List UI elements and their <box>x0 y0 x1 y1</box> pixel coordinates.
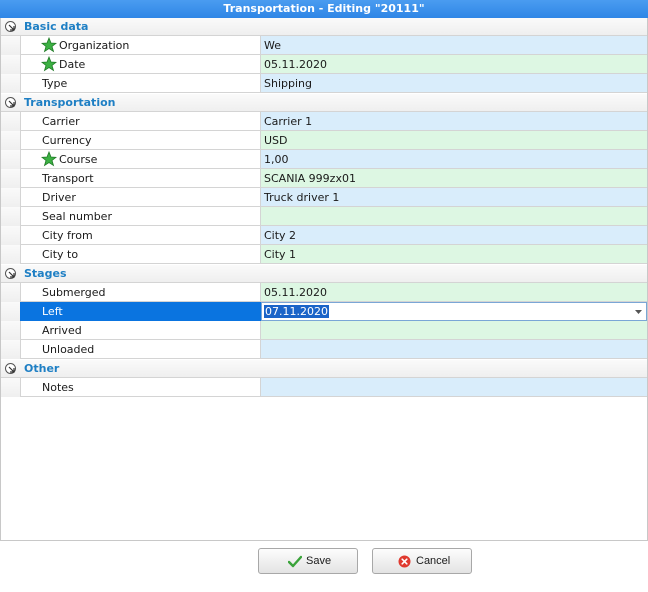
property-name: Transport <box>42 172 94 185</box>
course-value[interactable]: 1,00 <box>261 150 647 169</box>
save-label: Save <box>306 555 332 567</box>
property-row-notes[interactable]: Notes <box>1 378 647 397</box>
category-transportation[interactable]: Transportation <box>1 94 647 112</box>
collapse-icon[interactable] <box>5 97 16 108</box>
category-label: Stages <box>24 267 67 280</box>
collapse-icon[interactable] <box>5 363 16 374</box>
property-row-carrier[interactable]: Carrier Carrier 1 <box>1 112 647 131</box>
required-star-icon <box>41 56 57 72</box>
checkmark-icon <box>288 555 302 568</box>
property-row-driver[interactable]: Driver Truck driver 1 <box>1 188 647 207</box>
property-grid: Basic data Organization We Date 05.11.20… <box>0 18 648 541</box>
property-row-course[interactable]: Course 1,00 <box>1 150 647 169</box>
seal-number-value[interactable] <box>261 207 647 226</box>
city-to-value[interactable]: City 1 <box>261 245 647 264</box>
property-name: Notes <box>42 381 74 394</box>
dropdown-arrow-icon[interactable] <box>635 310 642 314</box>
property-name: City from <box>42 229 93 242</box>
category-basic-data[interactable]: Basic data <box>1 18 647 36</box>
property-name: Carrier <box>42 115 80 128</box>
property-row-date[interactable]: Date 05.11.2020 <box>1 55 647 74</box>
cancel-button[interactable]: Cancel <box>372 548 472 574</box>
category-label: Transportation <box>24 96 116 109</box>
property-name: Course <box>59 153 98 166</box>
property-name: City to <box>42 248 79 261</box>
property-name: Currency <box>42 134 92 147</box>
property-name: Date <box>59 58 86 71</box>
property-name: Seal number <box>42 210 112 223</box>
property-row-organization[interactable]: Organization We <box>1 36 647 55</box>
left-date-editor[interactable]: 07.11.2020 <box>261 302 647 321</box>
property-name: Arrived <box>42 324 82 337</box>
cancel-label: Cancel <box>416 555 451 567</box>
property-name: Submerged <box>42 286 106 299</box>
property-row-city-to[interactable]: City to City 1 <box>1 245 647 264</box>
notes-value[interactable] <box>261 378 647 397</box>
property-row-submerged[interactable]: Submerged 05.11.2020 <box>1 283 647 302</box>
currency-value[interactable]: USD <box>261 131 647 150</box>
property-name: Unloaded <box>42 343 95 356</box>
collapse-icon[interactable] <box>5 268 16 279</box>
date-value[interactable]: 05.11.2020 <box>261 55 647 74</box>
driver-value[interactable]: Truck driver 1 <box>261 188 647 207</box>
left-value[interactable]: 07.11.2020 <box>264 305 329 318</box>
property-row-unloaded[interactable]: Unloaded <box>1 340 647 359</box>
property-row-currency[interactable]: Currency USD <box>1 131 647 150</box>
collapse-icon[interactable] <box>5 21 16 32</box>
category-stages[interactable]: Stages <box>1 265 647 283</box>
category-other[interactable]: Other <box>1 360 647 378</box>
transport-value[interactable]: SCANIA 999zx01 <box>261 169 647 188</box>
property-row-transport[interactable]: Transport SCANIA 999zx01 <box>1 169 647 188</box>
property-name: Driver <box>42 191 76 204</box>
city-from-value[interactable]: City 2 <box>261 226 647 245</box>
required-star-icon <box>41 151 57 167</box>
property-row-city-from[interactable]: City from City 2 <box>1 226 647 245</box>
type-value[interactable]: Shipping <box>261 74 647 93</box>
category-label: Basic data <box>24 20 89 33</box>
save-button[interactable]: Save <box>258 548 358 574</box>
property-name: Type <box>42 77 68 90</box>
organization-value[interactable]: We <box>261 36 647 55</box>
submerged-value[interactable]: 05.11.2020 <box>261 283 647 302</box>
window-title: Transportation - Editing "20111" <box>0 0 648 18</box>
category-label: Other <box>24 362 60 375</box>
arrived-value[interactable] <box>261 321 647 340</box>
property-name: Left <box>42 305 63 318</box>
carrier-value[interactable]: Carrier 1 <box>261 112 647 131</box>
property-row-seal-number[interactable]: Seal number <box>1 207 647 226</box>
property-name: Organization <box>59 39 130 52</box>
cancel-circle-icon <box>398 555 411 568</box>
property-row-arrived[interactable]: Arrived <box>1 321 647 340</box>
property-row-left[interactable]: Left 07.11.2020 <box>1 302 647 321</box>
required-star-icon <box>41 37 57 53</box>
property-row-type[interactable]: Type Shipping <box>1 74 647 93</box>
unloaded-value[interactable] <box>261 340 647 359</box>
